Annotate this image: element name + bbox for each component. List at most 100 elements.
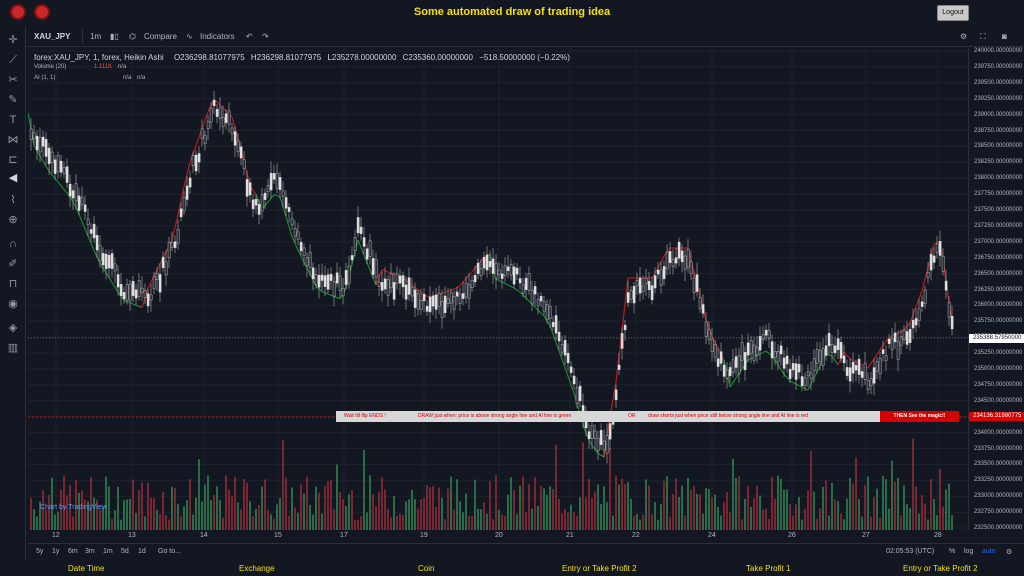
logout-button[interactable]: Logout xyxy=(937,5,969,21)
percent-toggle[interactable]: % xyxy=(949,548,955,555)
candle-body xyxy=(641,285,645,292)
candle-body xyxy=(620,333,624,349)
candle-body xyxy=(872,367,876,384)
range-1d[interactable]: 1d xyxy=(138,548,146,555)
symbol-search[interactable]: XAU_JPY xyxy=(34,32,70,41)
tradingview-watermark[interactable]: Chart by TradingView xyxy=(40,504,107,511)
candle-body xyxy=(698,296,702,309)
volume-bar xyxy=(294,507,296,530)
volume-bar xyxy=(273,518,275,530)
fullscreen-icon[interactable]: ⛶ xyxy=(980,32,986,42)
candle-body xyxy=(35,135,39,151)
volume-bar xyxy=(162,491,164,530)
undo-icon[interactable]: ↶ xyxy=(246,32,253,41)
prediction-icon[interactable]: ⊏ xyxy=(7,154,19,166)
volume-bar xyxy=(381,477,383,530)
crosshair-icon[interactable]: ✛ xyxy=(7,34,19,46)
volume-bar xyxy=(561,513,563,530)
redo-icon[interactable]: ↷ xyxy=(262,32,269,41)
compare-icon[interactable]: ⌬ xyxy=(129,32,136,41)
date-axis[interactable]: 12 13 14 15 17 19 20 21 22 24 26 27 28 xyxy=(28,530,968,542)
lock-draw-icon[interactable]: ✐ xyxy=(7,258,19,270)
candle-body xyxy=(851,361,855,374)
candle-body xyxy=(911,319,915,329)
text-icon[interactable]: T xyxy=(7,114,19,126)
price-chart[interactable] xyxy=(28,48,968,530)
volume-bar xyxy=(396,515,398,530)
settings-icon[interactable]: ⚙ xyxy=(960,32,967,41)
volume-bar xyxy=(849,477,851,530)
candle-body xyxy=(854,365,858,371)
ai-legend-label[interactable]: AI (1, 1) xyxy=(34,75,55,81)
candle-body xyxy=(656,269,660,275)
indicators-icon[interactable]: ∿ xyxy=(186,32,193,41)
volume-bar xyxy=(414,499,416,530)
candle-body xyxy=(266,185,270,192)
candle-body xyxy=(716,358,720,367)
volume-bar xyxy=(132,479,134,530)
legend-low: L235278.00000000 xyxy=(327,53,397,62)
eye-icon[interactable]: ◉ xyxy=(7,298,19,310)
interval-button[interactable]: 1m xyxy=(90,32,101,41)
log-toggle[interactable]: log xyxy=(964,548,973,555)
volume-bar xyxy=(759,495,761,530)
price-axis[interactable]: 240000.00000000 239750.00000000 239500.000… xyxy=(968,48,1024,531)
range-6m[interactable]: 6m xyxy=(68,548,78,555)
ruler-icon[interactable]: ⌇ xyxy=(7,194,19,206)
range-1y[interactable]: 1y xyxy=(52,548,59,555)
chart-pane[interactable] xyxy=(28,48,968,530)
magnet-icon[interactable]: ∩ xyxy=(7,238,19,250)
candle-body xyxy=(692,277,696,293)
layers-icon[interactable]: ◈ xyxy=(7,322,19,334)
range-1m[interactable]: 1m xyxy=(103,548,113,555)
candle-body xyxy=(437,292,441,307)
date-axis-label: 12 xyxy=(52,532,60,539)
range-3m[interactable]: 3m xyxy=(85,548,95,555)
volume-bar xyxy=(261,486,263,530)
fib-icon[interactable]: ✂ xyxy=(7,74,19,86)
chart-legend: forex:XAU_JPY, 1, forex, Heikin Ashi O23… xyxy=(34,53,570,86)
indicators-button[interactable]: Indicators xyxy=(200,32,235,41)
compare-button[interactable]: Compare xyxy=(144,32,177,41)
candle-body xyxy=(191,155,195,166)
volume-bar xyxy=(918,513,920,530)
candle-body xyxy=(137,280,141,297)
volume-legend-label[interactable]: Volume (20) xyxy=(34,64,66,70)
auto-toggle[interactable]: auto xyxy=(982,548,996,555)
pattern-icon[interactable]: ⋈ xyxy=(7,134,19,146)
date-axis-label: 24 xyxy=(708,532,716,539)
volume-bar xyxy=(345,506,347,530)
axis-settings-icon[interactable]: ⚙ xyxy=(1006,548,1012,556)
goto-button[interactable]: Go to... xyxy=(158,548,181,555)
volume-bar xyxy=(534,477,536,530)
volume-bar xyxy=(357,519,359,530)
candle-body xyxy=(398,275,402,284)
ai-line-segment xyxy=(57,181,65,190)
volume-bar xyxy=(36,516,38,530)
volume-bar xyxy=(66,495,68,530)
candle-body xyxy=(449,292,453,304)
snapshot-icon[interactable]: ◙ xyxy=(1002,32,1007,41)
candle-body xyxy=(926,272,930,278)
range-5y[interactable]: 5y xyxy=(36,548,43,555)
volume-bar xyxy=(327,481,329,530)
volume-bar xyxy=(579,497,581,530)
candle-body xyxy=(368,240,372,257)
chart-type-icon[interactable]: ▮▯ xyxy=(110,32,119,41)
trash-icon[interactable]: ▥ xyxy=(7,342,19,354)
candle-body xyxy=(722,364,726,377)
clock-readout[interactable]: 02:05:53 (UTC) xyxy=(886,548,934,555)
candle-body xyxy=(491,258,495,274)
volume-bar xyxy=(648,485,650,530)
volume-bar xyxy=(159,513,161,530)
trend-line-icon[interactable]: ⟋ xyxy=(7,54,19,66)
lock-icon[interactable]: ⊓ xyxy=(7,278,19,290)
zoom-icon[interactable]: ⊕ xyxy=(7,214,19,226)
price-axis-label: 235000.00000000 xyxy=(974,366,1023,372)
range-5d[interactable]: 5d xyxy=(121,548,129,555)
candle-body xyxy=(161,256,165,269)
banner-part-3: OR xyxy=(628,413,636,419)
arrow-icon[interactable]: ◀ xyxy=(7,172,19,184)
candle-body xyxy=(749,340,753,354)
brush-icon[interactable]: ✎ xyxy=(7,94,19,106)
